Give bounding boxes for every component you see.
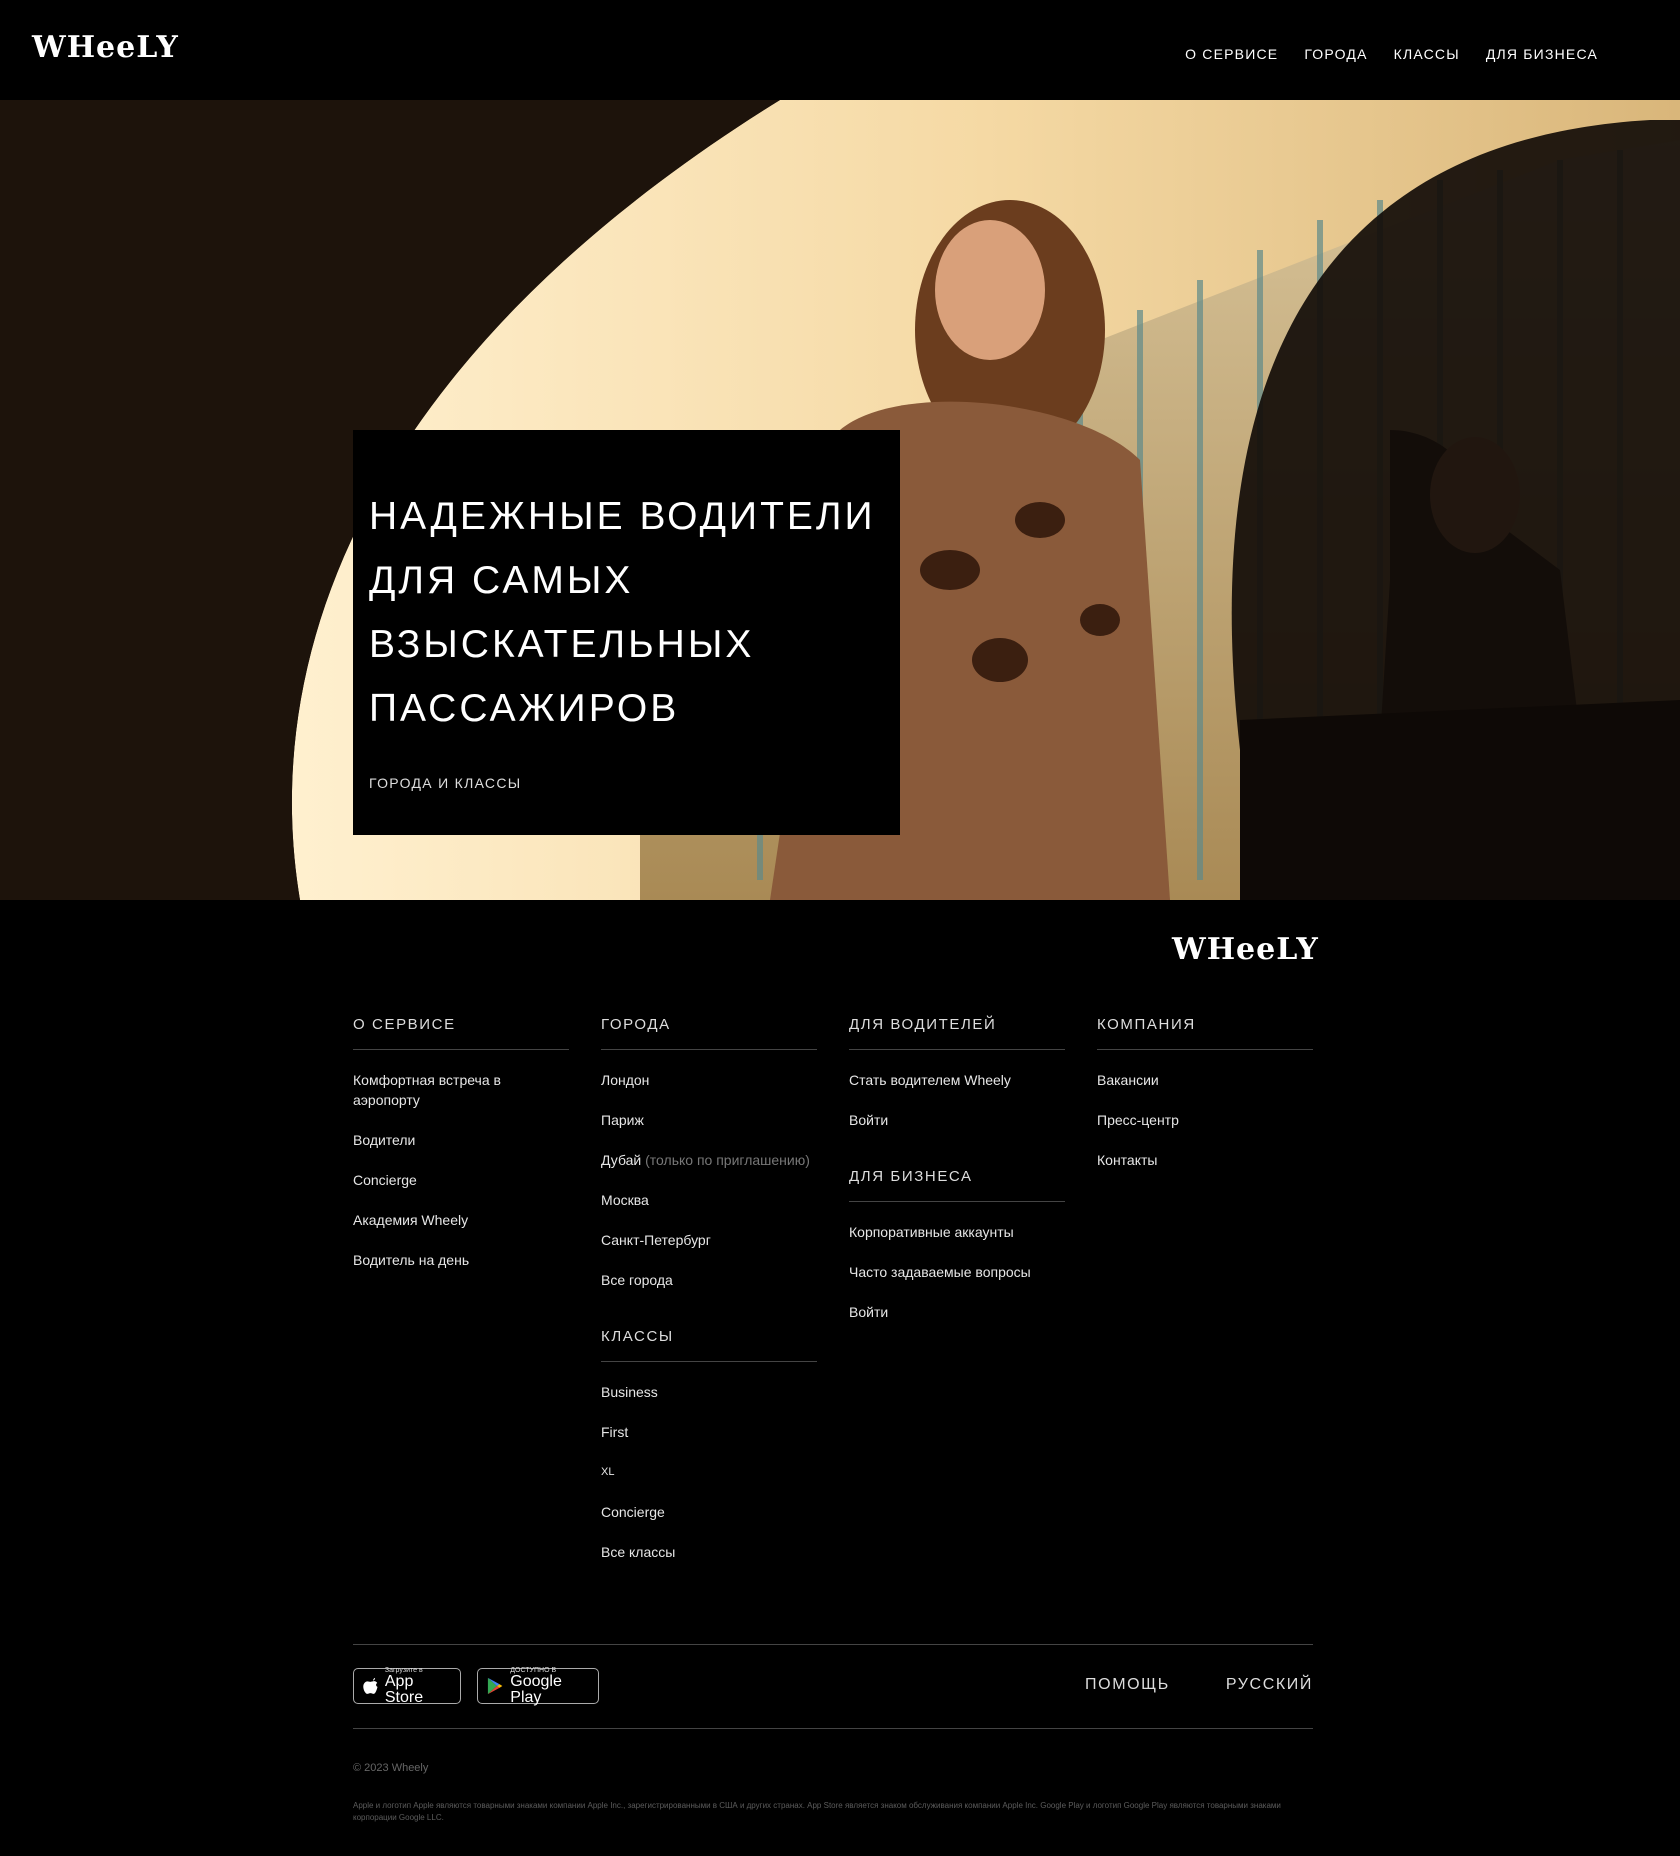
- footer-wheely-logo[interactable]: WHeeLY: [1172, 932, 1319, 967]
- footer-link-business[interactable]: Business: [601, 1382, 817, 1402]
- footer-link-first[interactable]: First: [601, 1422, 817, 1442]
- apple-icon: [363, 1677, 378, 1694]
- top-header: WHeeLY О СЕРВИСЕ ГОРОДА КЛАССЫ ДЛЯ БИЗНЕ…: [0, 0, 1680, 100]
- wheely-logo[interactable]: WHeeLY: [32, 30, 179, 65]
- footer-link-academy[interactable]: Академия Wheely: [353, 1210, 569, 1230]
- app-badges: Загрузите в App Store ДОСТУПНО В Google …: [353, 1667, 599, 1706]
- footer-link-xl[interactable]: XL: [601, 1462, 817, 1482]
- footer-utility-links: ПОМОЩЬ РУССКИЙ: [1085, 1676, 1313, 1694]
- footer-heading-business: ДЛЯ БИЗНЕСА: [849, 1168, 1065, 1202]
- footer-link-class-concierge[interactable]: Concierge: [601, 1502, 817, 1522]
- footer-link-vacancies[interactable]: Вакансии: [1097, 1070, 1313, 1090]
- footer-heading-company: КОМПАНИЯ: [1097, 1016, 1313, 1050]
- cities-classes-link[interactable]: ГОРОДА И КЛАССЫ: [369, 775, 521, 791]
- hero-card: НАДЕЖНЫЕ ВОДИТЕЛИ ДЛЯ САМЫХ ВЗЫСКАТЕЛЬНЫ…: [353, 430, 900, 835]
- hero-title: НАДЕЖНЫЕ ВОДИТЕЛИ ДЛЯ САМЫХ ВЗЫСКАТЕЛЬНЫ…: [369, 495, 876, 730]
- footer-divider-bottom: [353, 1728, 1313, 1729]
- footer-heading-classes: КЛАССЫ: [601, 1328, 817, 1362]
- footer-columns: О СЕРВИСЕ Комфортная встреча в аэропорту…: [353, 1016, 1313, 1582]
- nav-cities[interactable]: ГОРОДА: [1304, 46, 1367, 62]
- dubai-label: Дубай: [601, 1152, 642, 1168]
- footer-heading-about: О СЕРВИСЕ: [353, 1016, 569, 1050]
- dubai-invite-note: (только по приглашению): [645, 1152, 810, 1168]
- top-nav: О СЕРВИСЕ ГОРОДА КЛАССЫ ДЛЯ БИЗНЕСА: [1185, 46, 1598, 62]
- google-play-text: Google Play: [510, 1672, 562, 1706]
- footer-col-drivers: ДЛЯ ВОДИТЕЛЕЙ Стать водителем Wheely Вой…: [849, 1016, 1065, 1582]
- footer-divider-top: [353, 1644, 1313, 1645]
- footer-link-spb[interactable]: Санкт-Петербург: [601, 1230, 817, 1250]
- footer-link-concierge[interactable]: Concierge: [353, 1170, 569, 1190]
- footer-link-driver-for-day[interactable]: Водитель на день: [353, 1250, 569, 1270]
- google-play-icon: [487, 1677, 503, 1695]
- nav-about[interactable]: О СЕРВИСЕ: [1185, 46, 1278, 62]
- app-store-text: App Store: [384, 1672, 424, 1706]
- app-store-badge[interactable]: Загрузите в App Store: [353, 1667, 461, 1706]
- footer-link-dubai[interactable]: Дубай (только по приглашению): [601, 1150, 817, 1170]
- footer-link-all-cities[interactable]: Все города: [601, 1270, 817, 1290]
- footer-col-cities: ГОРОДА Лондон Париж Дубай (только по при…: [601, 1016, 817, 1582]
- footer-link-business-login[interactable]: Войти: [849, 1302, 1065, 1322]
- footer-col-company: КОМПАНИЯ Вакансии Пресс-центр Контакты: [1097, 1016, 1313, 1582]
- nav-classes[interactable]: КЛАССЫ: [1394, 46, 1460, 62]
- footer-link-paris[interactable]: Париж: [601, 1110, 817, 1130]
- help-link[interactable]: ПОМОЩЬ: [1085, 1676, 1170, 1694]
- footer-link-press[interactable]: Пресс-центр: [1097, 1110, 1313, 1130]
- footer-heading-drivers: ДЛЯ ВОДИТЕЛЕЙ: [849, 1016, 1065, 1050]
- legal-text: Apple и логотип Apple являются товарными…: [353, 1801, 1281, 1822]
- footer-link-become-driver[interactable]: Стать водителем Wheely: [849, 1070, 1065, 1090]
- footer-link-moscow[interactable]: Москва: [601, 1190, 817, 1210]
- footer-link-faq[interactable]: Часто задаваемые вопросы: [849, 1262, 1065, 1282]
- footer-link-corporate-accounts[interactable]: Корпоративные аккаунты: [849, 1222, 1065, 1242]
- footer-link-london[interactable]: Лондон: [601, 1070, 817, 1090]
- footer-link-driver-login[interactable]: Войти: [849, 1110, 1065, 1130]
- google-play-badge[interactable]: ДОСТУПНО В Google Play: [477, 1667, 599, 1706]
- footer-link-drivers[interactable]: Водители: [353, 1130, 569, 1150]
- footer-link-all-classes[interactable]: Все классы: [601, 1542, 817, 1562]
- footer-link-contacts[interactable]: Контакты: [1097, 1150, 1313, 1170]
- hero-section: НАДЕЖНЫЕ ВОДИТЕЛИ ДЛЯ САМЫХ ВЗЫСКАТЕЛЬНЫ…: [0, 100, 1680, 900]
- language-selector[interactable]: РУССКИЙ: [1226, 1676, 1313, 1694]
- copyright: © 2023 Wheely: [353, 1762, 429, 1774]
- nav-business[interactable]: ДЛЯ БИЗНЕСА: [1486, 46, 1598, 62]
- footer-heading-cities: ГОРОДА: [601, 1016, 817, 1050]
- footer: WHeeLY О СЕРВИСЕ Комфортная встреча в аэ…: [0, 900, 1680, 1856]
- footer-col-about: О СЕРВИСЕ Комфортная встреча в аэропорту…: [353, 1016, 569, 1582]
- footer-link-airport-meeting[interactable]: Комфортная встреча в аэропорту: [353, 1070, 523, 1110]
